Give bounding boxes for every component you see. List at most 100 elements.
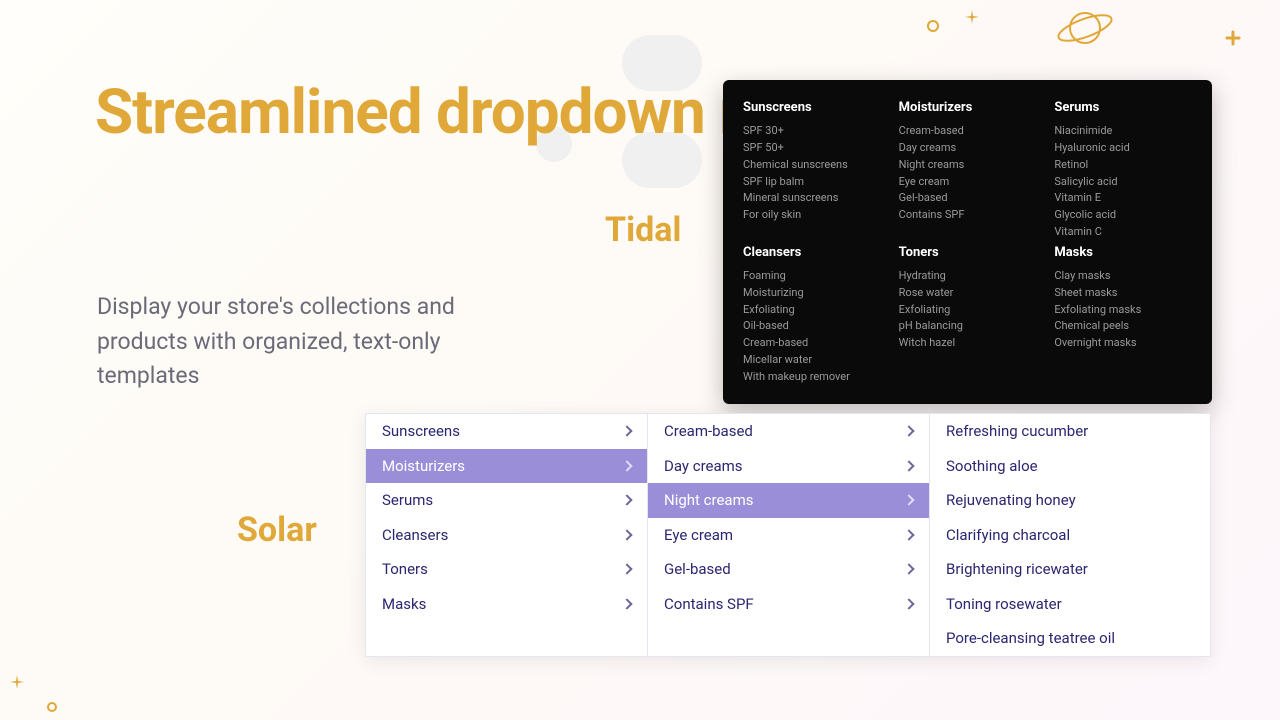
sparkle-icon xyxy=(965,10,979,24)
tidal-menu-item[interactable]: Mineral sunscreens xyxy=(743,190,881,207)
solar-menu-item[interactable]: Serums xyxy=(366,483,647,518)
tidal-menu-item[interactable]: Micellar water xyxy=(743,352,881,369)
tidal-menu-item[interactable]: Hydrating xyxy=(899,268,1037,285)
solar-menu-item[interactable]: Brightening ricewater xyxy=(930,552,1212,587)
tidal-category-header[interactable]: Serums xyxy=(1054,100,1192,115)
tidal-menu-item[interactable]: Contains SPF xyxy=(899,207,1037,224)
tidal-menu-item[interactable]: Retinol xyxy=(1054,157,1192,174)
solar-menu-item[interactable]: Cleansers xyxy=(366,518,647,553)
chevron-right-icon xyxy=(621,426,632,437)
chevron-right-icon xyxy=(621,460,632,471)
tidal-menu-item[interactable]: For oily skin xyxy=(743,207,881,224)
solar-column-2: Cream-based Day creams Night creams Eye cre… xyxy=(648,414,930,656)
chevron-right-icon xyxy=(903,495,914,506)
tidal-menu-item[interactable]: Night creams xyxy=(899,157,1037,174)
chevron-right-icon xyxy=(621,564,632,575)
solar-item-label: Eye cream xyxy=(664,526,733,544)
tidal-menu-item[interactable]: Vitamin E xyxy=(1054,190,1192,207)
solar-menu-item[interactable]: Toning rosewater xyxy=(930,587,1212,622)
tidal-menu-item[interactable]: Clay masks xyxy=(1054,268,1192,285)
solar-menu-item[interactable]: Clarifying charcoal xyxy=(930,518,1212,553)
solar-menu-item[interactable]: Soothing aloe xyxy=(930,449,1212,484)
solar-label: Solar xyxy=(237,510,317,550)
solar-item-label: Night creams xyxy=(664,491,753,509)
tidal-category-header[interactable]: Moisturizers xyxy=(899,100,1037,115)
tidal-menu-item[interactable]: Chemical peels xyxy=(1054,318,1192,335)
plus-icon xyxy=(1225,30,1241,46)
solar-item-label: Masks xyxy=(382,595,426,613)
tidal-menu-item[interactable]: Hyaluronic acid xyxy=(1054,140,1192,157)
solar-menu-item[interactable]: Rejuvenating honey xyxy=(930,483,1212,518)
tidal-menu-item[interactable]: Cream-based xyxy=(743,335,881,352)
solar-menu-item[interactable]: Toners xyxy=(366,552,647,587)
solar-menu-item[interactable]: Night creams xyxy=(648,483,929,518)
solar-column-1: Sunscreens Moisturizers Serums Cleansers Ton… xyxy=(366,414,648,656)
solar-item-label: Moisturizers xyxy=(382,457,465,475)
tidal-menu-item[interactable]: Salicylic acid xyxy=(1054,174,1192,191)
solar-item-label: Toners xyxy=(382,560,428,578)
solar-item-label: Contains SPF xyxy=(664,595,754,613)
solar-item-label: Rejuvenating honey xyxy=(946,491,1076,509)
solar-menu-item[interactable]: Refreshing cucumber xyxy=(930,414,1212,449)
tidal-category-header[interactable]: Toners xyxy=(899,245,1037,260)
tidal-menu-item[interactable]: Rose water xyxy=(899,285,1037,302)
solar-item-label: Serums xyxy=(382,491,433,509)
solar-item-label: Cream-based xyxy=(664,422,753,440)
tidal-menu-item[interactable]: SPF 50+ xyxy=(743,140,881,157)
solar-item-label: Cleansers xyxy=(382,526,448,544)
chevron-right-icon xyxy=(903,564,914,575)
tidal-menu-item[interactable]: SPF lip balm xyxy=(743,174,881,191)
circle-icon xyxy=(925,18,941,34)
tidal-menu-item[interactable]: Exfoliating xyxy=(743,302,881,319)
tidal-menu-item[interactable]: Sheet masks xyxy=(1054,285,1192,302)
tidal-menu-item[interactable]: Gel-based xyxy=(899,190,1037,207)
solar-item-label: Sunscreens xyxy=(382,422,460,440)
tidal-menu-item[interactable]: Chemical sunscreens xyxy=(743,157,881,174)
tidal-label: Tidal xyxy=(605,210,681,250)
solar-menu-item[interactable]: Sunscreens xyxy=(366,414,647,449)
chevron-right-icon xyxy=(903,426,914,437)
tidal-menu-item[interactable]: Vitamin C xyxy=(1054,224,1192,241)
tidal-menu-item[interactable]: Witch hazel xyxy=(899,335,1037,352)
solar-menu-item[interactable]: Pore-cleansing teatree oil xyxy=(930,621,1212,656)
solar-item-label: Pore-cleansing teatree oil xyxy=(946,629,1115,647)
tidal-menu-item[interactable]: Glycolic acid xyxy=(1054,207,1192,224)
solar-menu-item[interactable]: Cream-based xyxy=(648,414,929,449)
chevron-right-icon xyxy=(621,495,632,506)
tidal-menu-item[interactable]: Exfoliating masks xyxy=(1054,302,1192,319)
solar-item-label: Gel-based xyxy=(664,560,731,578)
solar-menu-item[interactable]: Eye cream xyxy=(648,518,929,553)
chevron-right-icon xyxy=(621,598,632,609)
tidal-menu-item[interactable]: Moisturizing xyxy=(743,285,881,302)
tidal-menu-item[interactable]: Oil-based xyxy=(743,318,881,335)
chevron-right-icon xyxy=(903,460,914,471)
tidal-dropdown-panel: Sunscreens SPF 30+SPF 50+Chemical sunscre… xyxy=(723,80,1212,404)
tidal-menu-item[interactable]: pH balancing xyxy=(899,318,1037,335)
solar-item-label: Day creams xyxy=(664,457,743,475)
tidal-menu-item[interactable]: Overnight masks xyxy=(1054,335,1192,352)
solar-item-label: Clarifying charcoal xyxy=(946,526,1070,544)
solar-item-label: Soothing aloe xyxy=(946,457,1038,475)
solar-menu-item[interactable]: Gel-based xyxy=(648,552,929,587)
tidal-menu-item[interactable]: Cream-based xyxy=(899,123,1037,140)
tidal-menu-item[interactable]: Eye cream xyxy=(899,174,1037,191)
solar-menu-item[interactable]: Contains SPF xyxy=(648,587,929,622)
tidal-category-header[interactable]: Sunscreens xyxy=(743,100,881,115)
tidal-menu-item[interactable]: Day creams xyxy=(899,140,1037,157)
solar-column-3: Refreshing cucumber Soothing aloe Rejuvena… xyxy=(930,414,1212,656)
solar-menu-item[interactable]: Moisturizers xyxy=(366,449,647,484)
tidal-category-header[interactable]: Masks xyxy=(1054,245,1192,260)
tidal-menu-item[interactable]: Exfoliating xyxy=(899,302,1037,319)
solar-menu-item[interactable]: Masks xyxy=(366,587,647,622)
chevron-right-icon xyxy=(903,598,914,609)
tidal-menu-item[interactable]: SPF 30+ xyxy=(743,123,881,140)
tidal-category-header[interactable]: Cleansers xyxy=(743,245,881,260)
chevron-right-icon xyxy=(621,529,632,540)
solar-menu-item[interactable]: Day creams xyxy=(648,449,929,484)
tidal-menu-item[interactable]: Niacinimide xyxy=(1054,123,1192,140)
tidal-menu-item[interactable]: Foaming xyxy=(743,268,881,285)
tidal-menu-item[interactable]: With makeup remover xyxy=(743,369,881,386)
solar-dropdown-panel: Sunscreens Moisturizers Serums Cleansers Ton… xyxy=(365,413,1211,657)
sparkle-icon xyxy=(10,675,24,689)
solar-item-label: Brightening ricewater xyxy=(946,560,1088,578)
